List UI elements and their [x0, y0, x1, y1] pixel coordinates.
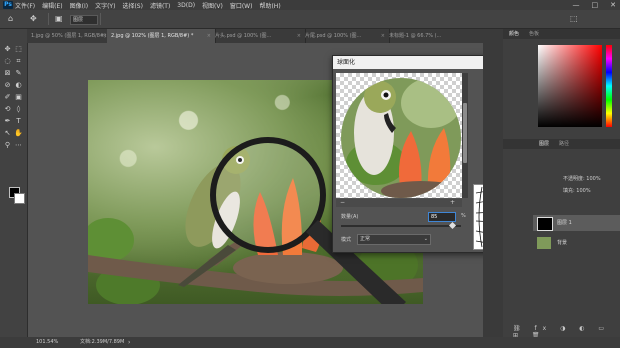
- panel-icon-strip: [483, 29, 504, 337]
- magic-wand-icon[interactable]: ⌗: [14, 57, 23, 66]
- preview-image: [341, 78, 461, 198]
- zoom-out-icon[interactable]: −: [340, 199, 345, 207]
- menu-edit[interactable]: 编辑(E): [42, 1, 62, 10]
- chevron-down-icon: ⌄: [423, 236, 428, 242]
- window-controls: — □ ✕: [573, 0, 617, 10]
- eraser-icon[interactable]: ⟲: [3, 105, 12, 114]
- layer-action-icons[interactable]: ⛓ fx ◑ ◐ ▭ ⊞ 🗑: [513, 325, 618, 339]
- layer-name: 背景: [557, 240, 568, 246]
- mode-dropdown[interactable]: 正常 ⌄: [357, 234, 431, 245]
- path-select-icon[interactable]: ↖: [3, 129, 12, 138]
- tab-label: 2.jpg @ 102% (图层 1, RGB/8#) *: [111, 33, 194, 39]
- layer-row[interactable]: 背景: [533, 235, 620, 251]
- dialog-title: 球面化: [337, 59, 356, 66]
- menu-view[interactable]: 视图(V): [202, 1, 223, 10]
- auto-select-dropdown[interactable]: 图层: [70, 15, 98, 25]
- amount-input[interactable]: 85: [428, 212, 456, 222]
- artboard-icon[interactable]: ⬚: [14, 45, 23, 54]
- amount-label: 数量(A): [341, 214, 359, 220]
- document-size: 文档:2.39M/7.89M: [80, 339, 125, 345]
- menu-help[interactable]: 帮助(H): [259, 1, 280, 10]
- document-tabs: 1.jpg @ 50% (图层 1, RGB/8#) × 2.jpg @ 102%…: [27, 29, 502, 43]
- fill-field[interactable]: 填充: 100%: [563, 187, 591, 194]
- menu-type[interactable]: 文字(Y): [95, 1, 115, 10]
- tab-pian-tou[interactable]: 片头.psd @ 100% (图... ×: [211, 29, 306, 43]
- tab-pian-wei[interactable]: 片尾.psd @ 100% (图... ×: [301, 29, 390, 43]
- scroll-thumb[interactable]: [463, 103, 467, 163]
- close-icon[interactable]: ✕: [610, 1, 616, 9]
- tab-label: 片头.psd @ 100% (图...: [215, 33, 272, 39]
- amount-slider[interactable]: [341, 221, 461, 230]
- tool-bar: ✥ ⬚ ◌ ⌗ ⊠ ✎ ⊘ ◐ ✐ ▣ ⟲ ◊ ✒ T ↖ ✋ ⚲ ⋯: [0, 29, 28, 337]
- pen-icon[interactable]: ✒: [3, 117, 12, 126]
- 3d-mode-icon[interactable]: ⬚: [570, 14, 578, 23]
- tab-label: 未标题-1 @ 66.7% (...: [389, 33, 442, 39]
- layer-thumbnail: [537, 217, 553, 231]
- move-tool-icon[interactable]: ✥: [30, 14, 37, 24]
- healing-icon[interactable]: ⊘: [3, 81, 12, 90]
- type-icon[interactable]: T: [14, 117, 23, 126]
- options-bar: ⌂ ✥ ▣ 图层 ⬚: [0, 10, 620, 29]
- zoom-icon[interactable]: ⚲: [3, 141, 12, 150]
- history-brush-icon[interactable]: ▣: [14, 93, 23, 102]
- layers-panel-tabs: 图层 路径: [503, 139, 620, 149]
- home-icon[interactable]: ⌂: [8, 14, 13, 24]
- auto-select-icon[interactable]: ▣: [55, 14, 63, 24]
- zoom-level[interactable]: 101.54%: [36, 337, 58, 348]
- eyedropper-icon[interactable]: ✎: [14, 69, 23, 78]
- hand-icon[interactable]: ✋: [14, 129, 23, 138]
- opacity-field[interactable]: 不透明度: 100%: [563, 175, 601, 182]
- preview-scrollbar[interactable]: [462, 73, 468, 198]
- chevron-right-icon[interactable]: ›: [128, 337, 130, 348]
- right-panels: 颜色 色板 图层 路径 不透明度: 100% 填充: 100% 图层 1 背景 …: [503, 29, 620, 339]
- minimize-icon[interactable]: —: [573, 1, 580, 9]
- background-color-swatch[interactable]: [14, 193, 25, 204]
- menu-image[interactable]: 图像(I): [70, 1, 88, 10]
- menu-3d[interactable]: 3D(D): [177, 2, 195, 9]
- tab-1-jpg[interactable]: 1.jpg @ 50% (图层 1, RGB/8#) ×: [27, 29, 112, 43]
- more-tools-icon[interactable]: ⋯: [14, 141, 23, 150]
- maximize-icon[interactable]: □: [592, 1, 599, 9]
- layer-name: 图层 1: [557, 220, 572, 226]
- divider: [48, 13, 49, 25]
- crop-icon[interactable]: ⊠: [3, 69, 12, 78]
- color-picker-field[interactable]: [538, 45, 602, 127]
- status-bar: 101.54% 文档:2.39M/7.89M ›: [0, 337, 620, 348]
- mode-value: 正常: [360, 236, 371, 242]
- amount-slider-handle[interactable]: [448, 221, 456, 230]
- menu-filter[interactable]: 滤镜(T): [150, 1, 170, 10]
- layer-row[interactable]: 图层 1: [533, 215, 620, 231]
- menu-file[interactable]: 文件(F): [15, 1, 35, 10]
- lasso-icon[interactable]: ◌: [3, 57, 12, 66]
- tab-swatches[interactable]: 色板: [529, 29, 539, 39]
- filter-preview[interactable]: [336, 73, 462, 198]
- brush-icon[interactable]: ◐: [14, 81, 23, 90]
- clone-stamp-icon[interactable]: ✐: [3, 93, 12, 102]
- divider: [100, 13, 101, 25]
- layer-thumbnail: [537, 237, 551, 249]
- gradient-icon[interactable]: ◊: [14, 105, 23, 114]
- tab-layers[interactable]: 图层: [539, 139, 549, 149]
- move-icon[interactable]: ✥: [3, 45, 12, 54]
- tab-paths[interactable]: 路径: [559, 139, 569, 149]
- menu-window[interactable]: 窗口(W): [230, 1, 253, 10]
- amount-unit: %: [461, 213, 466, 219]
- tab-label: 片尾.psd @ 100% (图...: [305, 33, 362, 39]
- tab-label: 1.jpg @ 50% (图层 1, RGB/8#): [31, 33, 107, 39]
- photoshop-logo: Ps: [3, 1, 13, 9]
- hue-slider[interactable]: [606, 45, 612, 127]
- tab-color[interactable]: 颜色: [509, 29, 519, 39]
- zoom-in-icon[interactable]: +: [450, 199, 455, 207]
- menu-bar: Ps 文件(F) 编辑(E) 图像(I) 文字(Y) 选择(S) 滤镜(T) 3…: [0, 0, 620, 10]
- preview-zoom-bar: − +: [336, 199, 462, 207]
- menu-select[interactable]: 选择(S): [122, 1, 143, 10]
- tab-2-jpg[interactable]: 2.jpg @ 102% (图层 1, RGB/8#) * ×: [107, 29, 216, 43]
- color-panel-tabs: 颜色 色板: [503, 29, 620, 39]
- mode-label: 模式: [341, 237, 352, 243]
